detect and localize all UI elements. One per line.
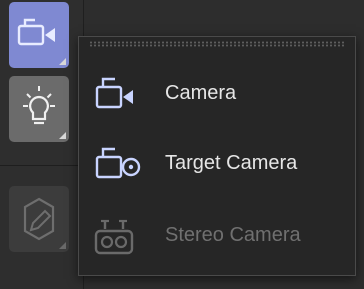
stereo-camera-icon (94, 219, 134, 255)
menu-item-stereo-camera[interactable]: Stereo Camera (79, 205, 355, 265)
camera-tool-button[interactable] (9, 2, 69, 68)
flyout-indicator-icon (59, 242, 66, 249)
menu-item-label: Stereo Camera (165, 224, 301, 246)
toolbar-divider (0, 165, 84, 166)
flyout-indicator-icon (59, 132, 66, 139)
menu-item-label: Target Camera (165, 152, 298, 174)
flyout-indicator-icon (59, 58, 66, 65)
object-toolbar (0, 0, 84, 289)
target-camera-icon (95, 147, 141, 179)
drag-handle[interactable] (89, 41, 345, 47)
pen-tool-button[interactable] (9, 186, 69, 252)
camera-flyout-menu: Camera Target Camera Stereo Camera (78, 36, 356, 276)
menu-item-camera[interactable]: Camera (79, 63, 355, 123)
menu-item-target-camera[interactable]: Target Camera (79, 133, 355, 193)
light-tool-button[interactable] (9, 76, 69, 142)
camera-icon (95, 77, 133, 109)
menu-item-label: Camera (165, 82, 237, 104)
